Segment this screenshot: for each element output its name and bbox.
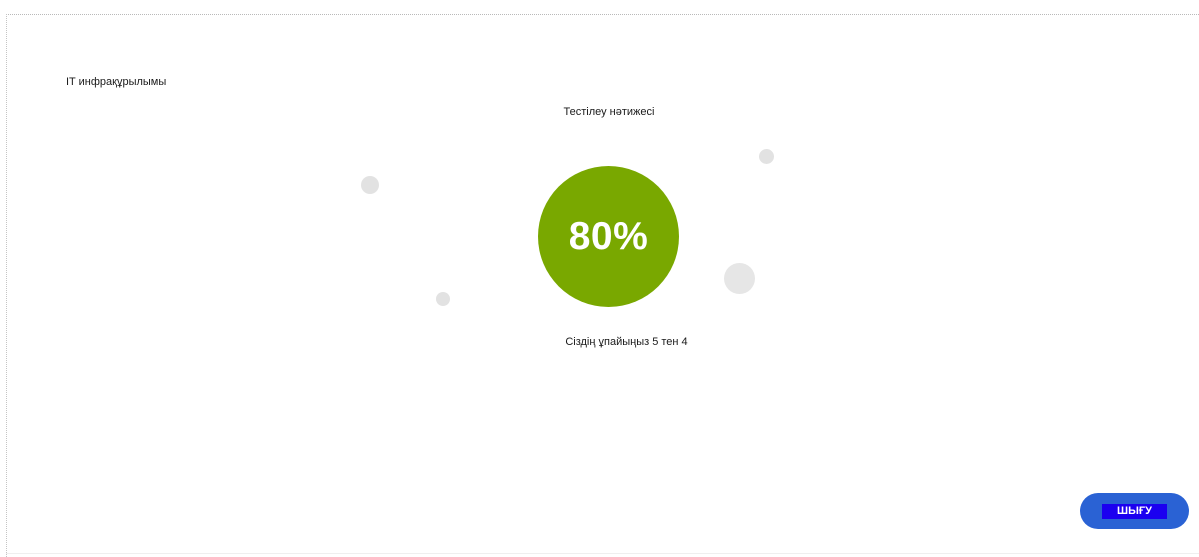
decorative-dot-icon xyxy=(759,149,774,164)
decorative-dot-icon xyxy=(724,263,755,294)
decorative-dot-icon xyxy=(361,176,379,194)
exit-button-label: ШЫҒУ xyxy=(1102,503,1167,519)
score-circle: 80% xyxy=(538,166,679,307)
score-percent: 80% xyxy=(568,214,649,258)
decorative-dot-icon xyxy=(436,292,450,306)
frame-border-left xyxy=(6,14,7,557)
frame-border-bottom xyxy=(6,553,1199,554)
score-summary: Сіздің ұпайыңыз 5 тен 4 xyxy=(565,336,688,348)
result-page: IT инфрақұрылымы Тестілеу нәтижесі 80% С… xyxy=(0,0,1199,557)
frame-border-top xyxy=(6,14,1199,15)
course-title: IT инфрақұрылымы xyxy=(66,76,167,88)
result-heading: Тестілеу нәтижесі xyxy=(563,106,655,118)
exit-button[interactable]: ШЫҒУ xyxy=(1080,493,1189,529)
